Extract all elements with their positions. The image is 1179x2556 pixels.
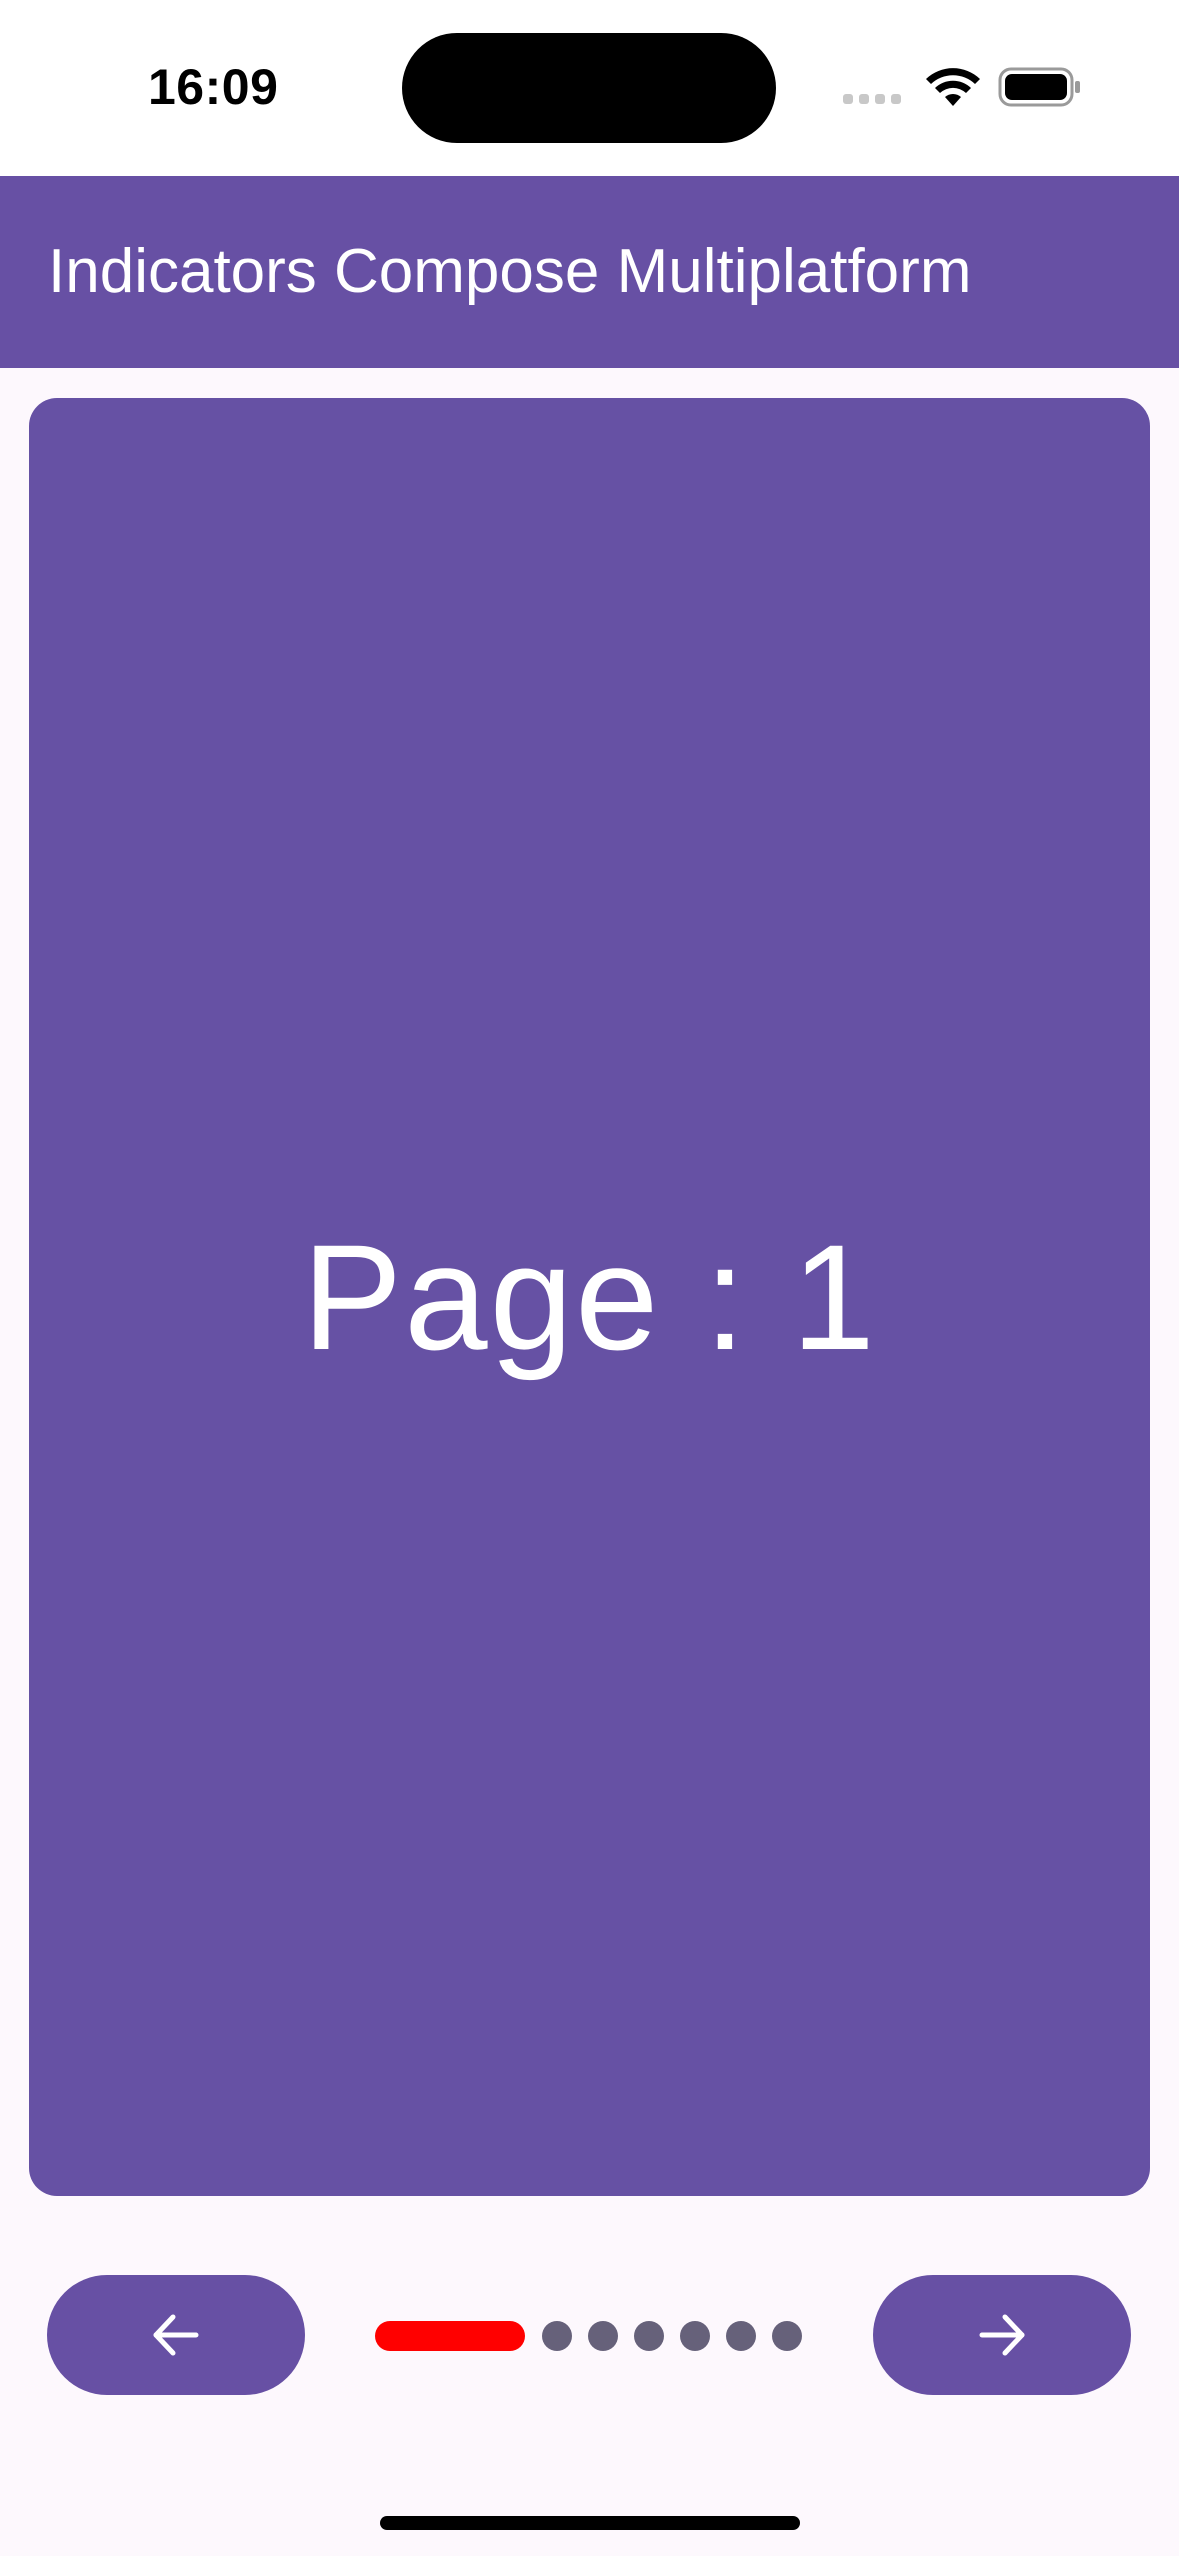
next-page-button[interactable] xyxy=(873,2275,1131,2395)
page-label: Page : 1 xyxy=(302,1212,877,1381)
dynamic-island xyxy=(402,33,776,143)
previous-page-button[interactable] xyxy=(47,2275,305,2395)
indicator-dot xyxy=(542,2321,572,2351)
arrow-left-icon xyxy=(153,2314,199,2356)
page-indicator xyxy=(375,2305,825,2365)
app-title: Indicators Compose Multiplatform xyxy=(48,237,972,306)
indicator-dot xyxy=(772,2321,802,2351)
app-bar: Indicators Compose Multiplatform xyxy=(0,176,1179,368)
signal-icon xyxy=(843,92,905,106)
indicator-dot xyxy=(680,2321,710,2351)
pager-page[interactable]: Page : 1 xyxy=(29,398,1150,2196)
indicator-dot xyxy=(634,2321,664,2351)
home-indicator[interactable] xyxy=(380,2516,800,2530)
indicator-active xyxy=(375,2321,525,2351)
indicator-dot xyxy=(726,2321,756,2351)
wifi-icon xyxy=(926,68,980,106)
status-time: 16:09 xyxy=(148,59,279,115)
indicator-dot xyxy=(588,2321,618,2351)
status-bar: 16:09 xyxy=(0,0,1179,176)
arrow-right-icon xyxy=(979,2314,1025,2356)
screen: 16:09 Indicators Compose Multiplatform P… xyxy=(0,0,1179,2556)
battery-icon xyxy=(998,67,1080,107)
